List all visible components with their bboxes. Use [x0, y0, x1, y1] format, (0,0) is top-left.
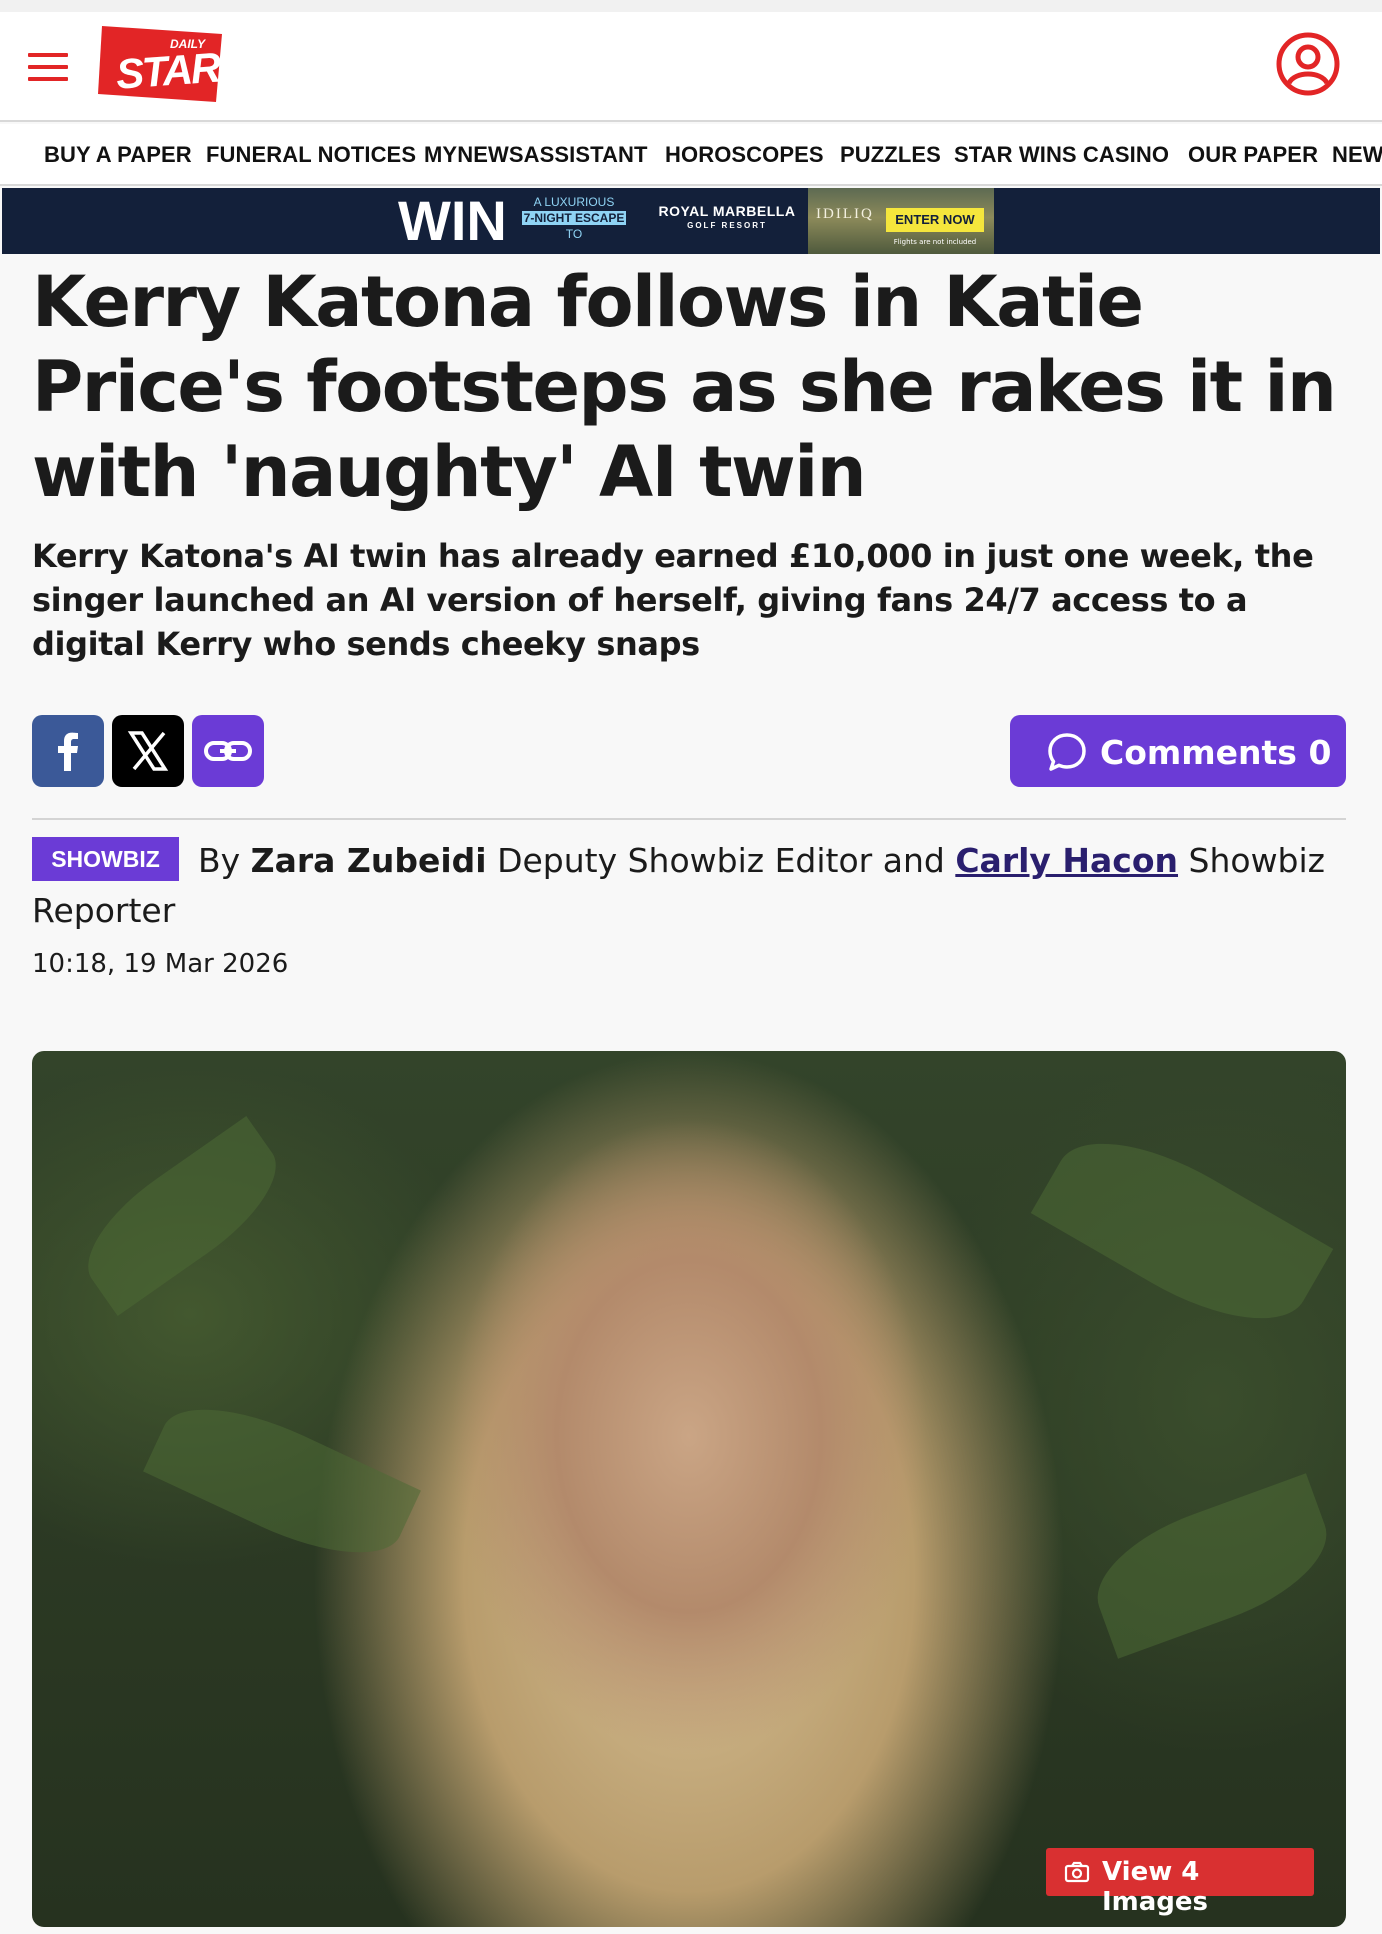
menu-icon[interactable]	[28, 53, 68, 81]
ad-tagline: A LUXURIOUS 7-NIGHT ESCAPE TO	[516, 194, 632, 242]
hero-image[interactable]	[32, 1051, 1346, 1927]
article-headline: Kerry Katona follows in Katie Price's fo…	[32, 261, 1337, 513]
ad-tagline-3: TO	[565, 227, 583, 241]
comment-icon	[1048, 733, 1086, 771]
ad-fine-print: Flights are not included	[893, 238, 977, 246]
ad-partner-logo: IDILIQ	[816, 206, 874, 222]
hero-foliage	[1080, 1473, 1344, 1659]
ad-banner[interactable]: WIN A LUXURIOUS 7-NIGHT ESCAPE TO ROYAL …	[2, 188, 1380, 254]
nav-item-star-wins-casino[interactable]: STAR WINS CASINO	[954, 142, 1169, 168]
view-images-label: View 4 Images	[1102, 1857, 1209, 1917]
byline-prefix: By	[198, 841, 241, 880]
nav-item-funeral-notices[interactable]: FUNERAL NOTICES	[206, 142, 416, 168]
article-standfirst: Kerry Katona's AI twin has already earne…	[32, 537, 1314, 663]
comments-label: Comments 0	[1100, 733, 1332, 772]
top-strip	[0, 0, 1382, 12]
logo-main-text: STAR	[114, 43, 223, 97]
comments-button[interactable]: Comments 0	[1010, 715, 1346, 787]
camera-icon	[1064, 1861, 1090, 1883]
nav-item-puzzles[interactable]: PUZZLES	[840, 142, 941, 168]
nav-item-new[interactable]: NEW	[1332, 142, 1382, 168]
account-icon[interactable]	[1275, 31, 1341, 97]
ad-brand-sub: GOLF RESORT	[687, 221, 767, 230]
nav-item-horoscopes[interactable]: HOROSCOPES	[665, 142, 824, 168]
facebook-icon	[58, 732, 78, 771]
nav-item-buy-a-paper[interactable]: BUY A PAPER	[44, 142, 192, 168]
section-nav: BUY A PAPER FUNERAL NOTICES MYNEWSASSIST…	[0, 124, 1382, 186]
x-icon	[127, 731, 169, 771]
author-zara-zubeidi: Zara Zubeidi	[250, 841, 487, 880]
hero-foliage	[143, 1380, 421, 1582]
link-icon	[204, 741, 252, 761]
copy-link-button[interactable]	[192, 715, 264, 787]
nav-item-mynewsassistant[interactable]: MYNEWSASSISTANT	[424, 142, 648, 168]
ad-brand-name: ROYAL MARBELLA	[658, 203, 796, 219]
byline: By Zara Zubeidi Deputy Showbiz Editor an…	[32, 836, 1352, 936]
nav-item-our-paper[interactable]: OUR PAPER	[1188, 142, 1318, 168]
site-header: DAILY STAR	[0, 12, 1382, 122]
author-carly-hacon-link[interactable]: Carly Hacon	[955, 841, 1178, 880]
publish-timestamp: 10:18, 19 Mar 2026	[32, 949, 289, 979]
author1-role: Deputy Showbiz Editor and	[497, 841, 945, 880]
share-x-button[interactable]	[112, 715, 184, 787]
view-images-button[interactable]: View 4 Images	[1046, 1848, 1314, 1917]
ad-creative[interactable]: WIN A LUXURIOUS 7-NIGHT ESCAPE TO ROYAL …	[396, 188, 994, 254]
daily-star-logo[interactable]: DAILY STAR	[96, 22, 226, 108]
hero-foliage	[1030, 1109, 1334, 1353]
ad-tagline-2: 7-NIGHT ESCAPE	[521, 211, 627, 225]
ad-brand: ROYAL MARBELLA GOLF RESORT	[652, 203, 802, 230]
ad-win-text: WIN	[398, 189, 507, 252]
share-facebook-button[interactable]	[32, 715, 104, 787]
byline-divider	[32, 818, 1346, 820]
ad-tagline-1: A LUXURIOUS	[533, 195, 615, 209]
hero-foliage	[66, 1116, 298, 1316]
ad-enter-now-button[interactable]: ENTER NOW	[886, 208, 984, 232]
